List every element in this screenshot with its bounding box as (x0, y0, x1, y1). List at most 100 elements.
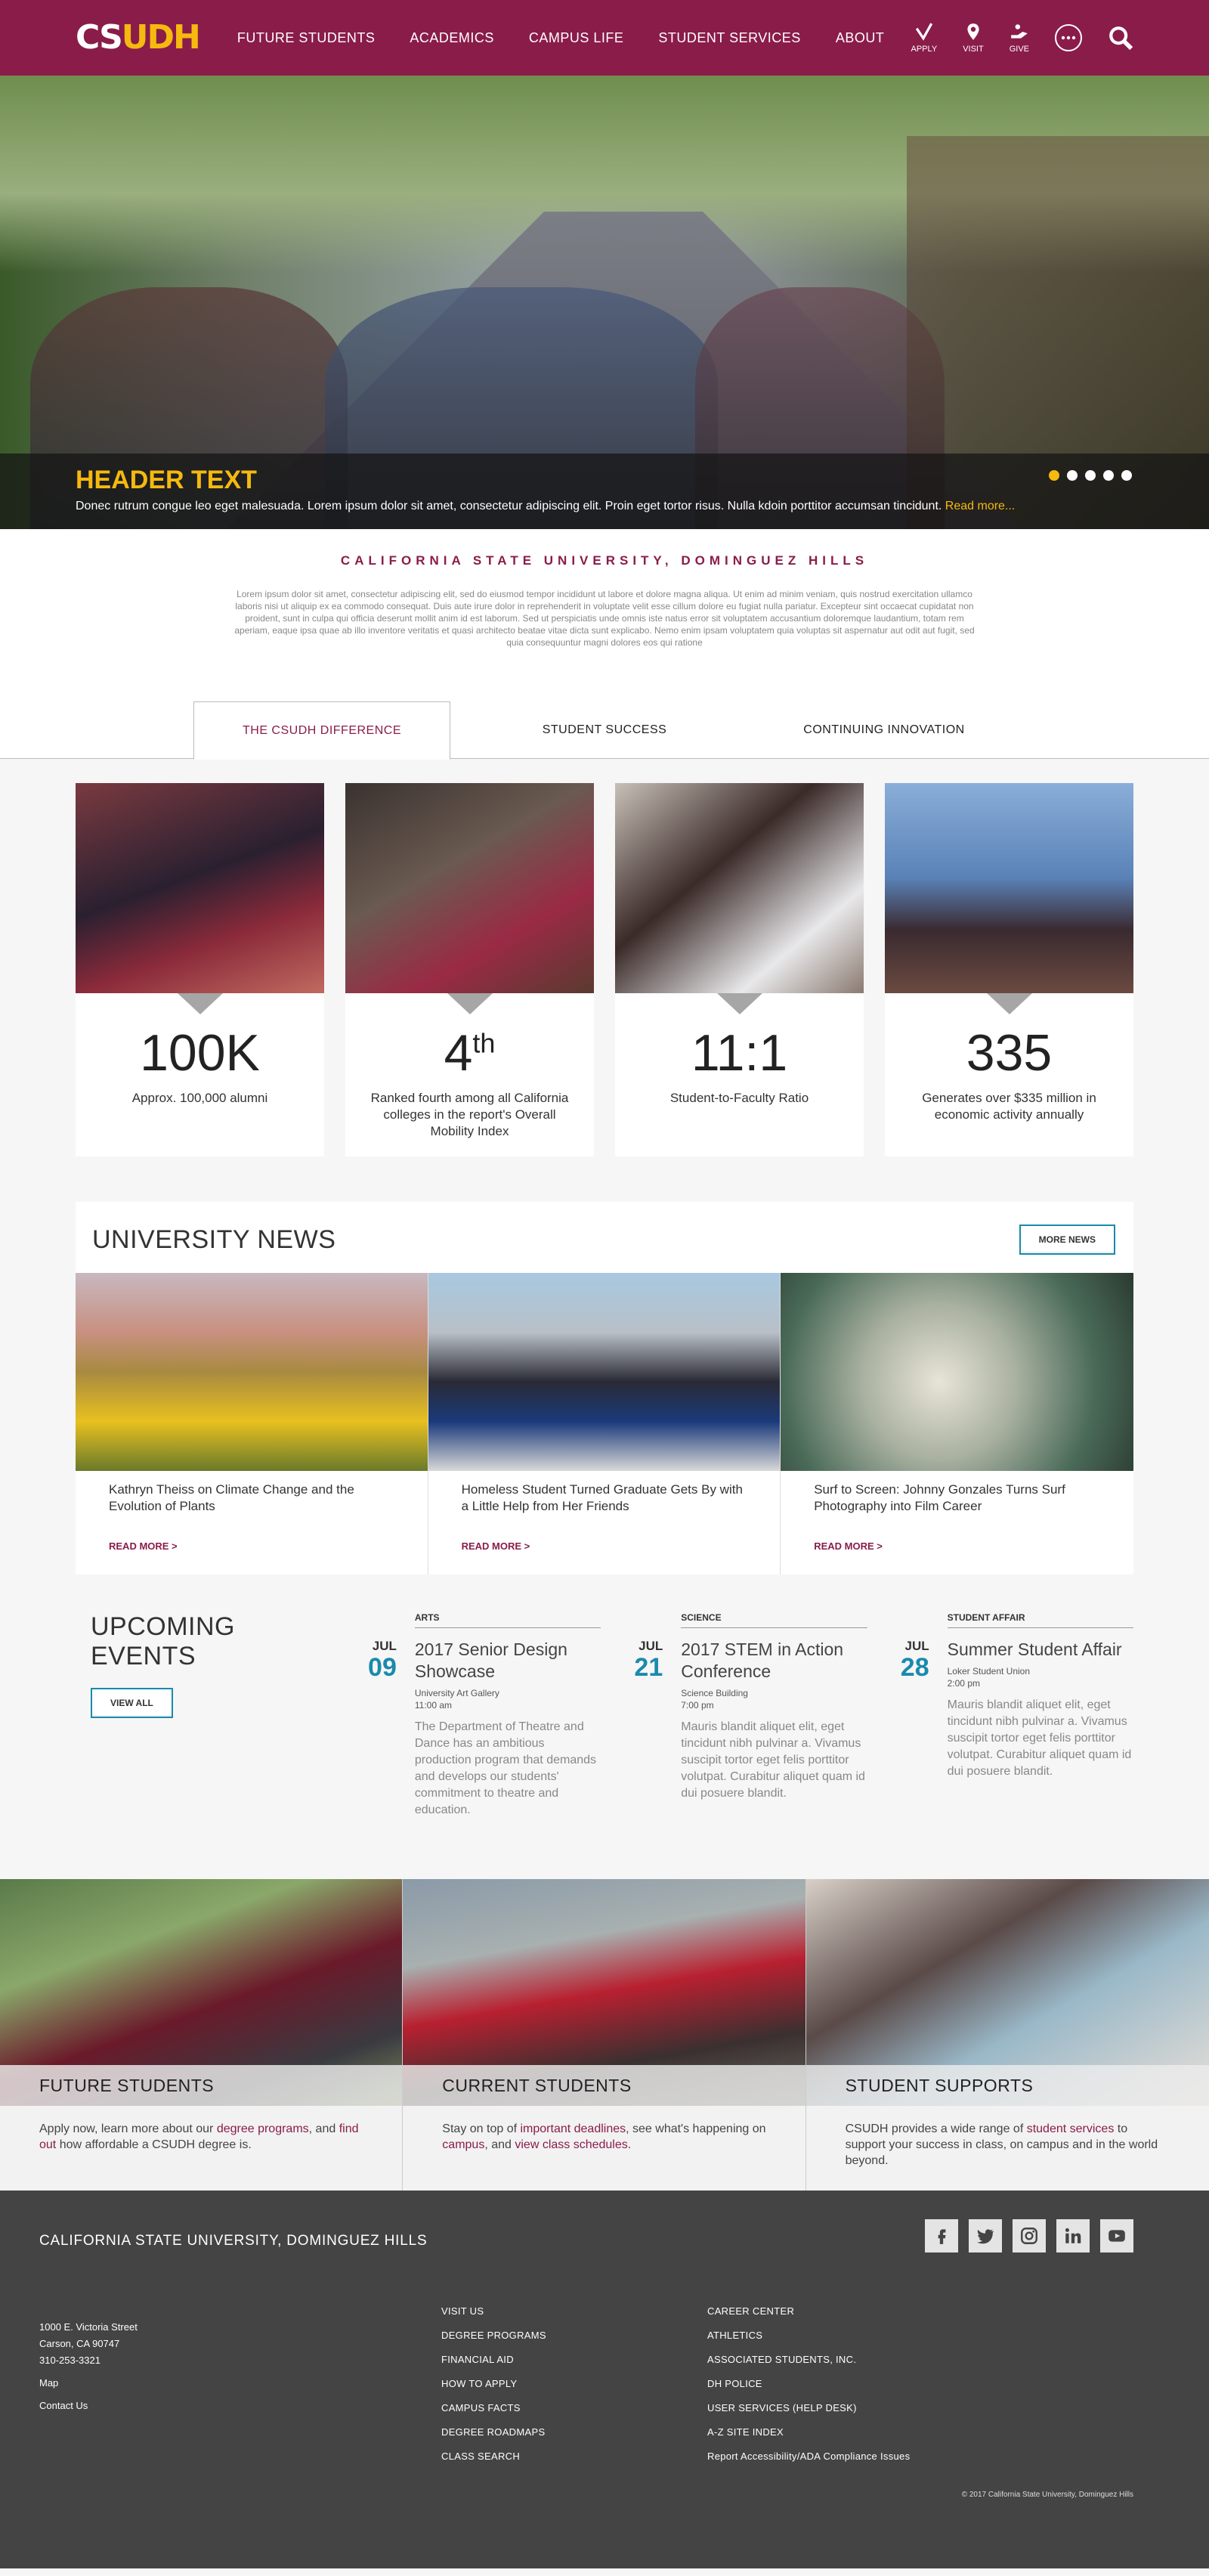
csudh-logo[interactable]: CSUDH (76, 21, 201, 54)
more-button[interactable] (1055, 24, 1082, 51)
hero-carousel[interactable]: HEADER TEXT Donec rutrum congue leo eget… (0, 76, 1209, 529)
carousel-dots (1049, 470, 1132, 481)
footer-link[interactable]: USER SERVICES (HELP DESK) (707, 2396, 910, 2420)
promo-future-students[interactable]: FUTURE STUDENTS Apply now, learn more ab… (0, 1879, 404, 2191)
stat-card: 11:1 Student-to-Faculty Ratio (615, 783, 864, 1156)
news-headline[interactable]: Surf to Screen: Johnny Gonzales Turns Su… (781, 1471, 1133, 1528)
stat-card: 4th Ranked fourth among all California c… (345, 783, 594, 1156)
twitter-icon (977, 2229, 994, 2244)
news-grid: Kathryn Theiss on Climate Change and the… (76, 1273, 1133, 1574)
apply-link[interactable]: APPLY (911, 22, 937, 54)
news-headline[interactable]: Kathryn Theiss on Climate Change and the… (76, 1471, 428, 1528)
footer-link[interactable]: DH POLICE (707, 2372, 910, 2396)
stat-card: 100K Approx. 100,000 alumni (76, 783, 324, 1156)
youtube-icon (1109, 2230, 1125, 2242)
event-title[interactable]: Summer Student Affair (948, 1639, 1133, 1661)
carousel-dot-4[interactable] (1103, 470, 1114, 481)
copyright: © 2017 California State University, Domi… (961, 2491, 1133, 2499)
footer-map-link[interactable]: Map (39, 2375, 138, 2392)
tab-continuing-innovation[interactable]: CONTINUING INNOVATION (756, 701, 1013, 759)
promo-current-students[interactable]: CURRENT STUDENTS Stay on top of importan… (403, 1879, 806, 2191)
footer-link[interactable]: VISIT US (441, 2299, 546, 2324)
event-title[interactable]: 2017 STEM in Action Conference (681, 1639, 867, 1683)
hero-read-more-link[interactable]: Read more... (945, 500, 1015, 512)
nav-icons: APPLY VISIT GIVE (911, 22, 1133, 54)
footer-link[interactable]: DEGREE PROGRAMS (441, 2324, 546, 2348)
intro-section: CALIFORNIA STATE UNIVERSITY, DOMINGUEZ H… (0, 529, 1209, 701)
event-item[interactable]: SCIENCE JUL 21 2017 STEM in Action Confe… (616, 1612, 867, 1819)
facebook-link[interactable] (925, 2219, 958, 2252)
promo-label: STUDENT SUPPORTS (805, 2065, 1209, 2106)
important-deadlines-link[interactable]: important deadlines (520, 2122, 626, 2135)
footer-link[interactable]: CLASS SEARCH (441, 2444, 546, 2469)
student-services-link[interactable]: student services (1027, 2122, 1115, 2135)
footer-contact-link[interactable]: Contact Us (39, 2398, 138, 2414)
carousel-dot-5[interactable] (1121, 470, 1132, 481)
news-card[interactable]: Kathryn Theiss on Climate Change and the… (76, 1273, 428, 1574)
twitter-link[interactable] (969, 2219, 1002, 2252)
nav-academics[interactable]: ACADEMICS (410, 30, 494, 46)
event-item[interactable]: ARTS JUL 09 2017 Senior Design Showcase … (350, 1612, 601, 1819)
event-item[interactable]: STUDENT AFFAIR JUL 28 Summer Student Aff… (883, 1612, 1133, 1819)
stats-row: 100K Approx. 100,000 alumni 4th Ranked f… (0, 759, 1209, 1202)
news-title: UNIVERSITY NEWS (92, 1225, 336, 1254)
degree-programs-link[interactable]: degree programs (217, 2122, 309, 2135)
footer-link[interactable]: CAREER CENTER (707, 2299, 910, 2324)
news-card[interactable]: Homeless Student Turned Graduate Gets By… (428, 1273, 781, 1574)
footer-link[interactable]: DEGREE ROADMAPS (441, 2420, 546, 2444)
carousel-dot-1[interactable] (1049, 470, 1059, 481)
view-class-schedules-link[interactable]: view class schedules (515, 2138, 627, 2151)
carousel-dot-3[interactable] (1085, 470, 1096, 481)
carousel-dot-2[interactable] (1067, 470, 1078, 481)
nav-student-services[interactable]: STUDENT SERVICES (658, 30, 800, 46)
promo-label: CURRENT STUDENTS (403, 2065, 805, 2106)
promo-text: CSUDH provides a wide range of student s… (845, 2122, 1158, 2167)
instagram-link[interactable] (1013, 2219, 1046, 2252)
footer-link[interactable]: CAMPUS FACTS (441, 2396, 546, 2420)
footer-address: 1000 E. Victoria Street Carson, CA 90747… (39, 2319, 138, 2414)
footer-link[interactable]: ASSOCIATED STUDENTS, INC. (707, 2348, 910, 2372)
event-title[interactable]: 2017 Senior Design Showcase (415, 1639, 601, 1683)
future-students-photo: FUTURE STUDENTS (0, 1879, 403, 2106)
stat-description: Generates over $335 million in economic … (922, 1091, 1096, 1122)
campus-link[interactable]: campus (442, 2138, 484, 2151)
economics-institute-photo (885, 783, 1133, 993)
intro-body: Lorem ipsum dolor sit amet, consectetur … (234, 589, 975, 648)
stat-description: Ranked fourth among all California colle… (370, 1091, 569, 1138)
nav-future-students[interactable]: FUTURE STUDENTS (237, 30, 376, 46)
linkedin-link[interactable] (1056, 2219, 1090, 2252)
search-icon[interactable] (1108, 25, 1133, 51)
tab-bar: THE CSUDH DIFFERENCE STUDENT SUCCESS CON… (0, 701, 1209, 760)
graduate-stadium-photo (428, 1273, 781, 1471)
footer-link[interactable]: A-Z SITE INDEX (707, 2420, 910, 2444)
view-all-button[interactable]: VIEW ALL (91, 1688, 173, 1718)
more-news-button[interactable]: MORE NEWS (1019, 1225, 1115, 1255)
footer-link[interactable]: FINANCIAL AID (441, 2348, 546, 2372)
student-supports-photo: STUDENT SUPPORTS (805, 1879, 1209, 2106)
news-headline[interactable]: Homeless Student Turned Graduate Gets By… (428, 1471, 781, 1528)
footer-link[interactable]: ATHLETICS (707, 2324, 910, 2348)
event-description: The Department of Theatre and Dance has … (414, 1720, 597, 1816)
news-card[interactable]: Surf to Screen: Johnny Gonzales Turns Su… (781, 1273, 1133, 1574)
read-more-link[interactable]: READ MORE > (428, 1528, 781, 1574)
hero-title: HEADER TEXT (76, 466, 257, 494)
youtube-link[interactable] (1100, 2219, 1133, 2252)
students-library-photo (345, 783, 594, 993)
footer-link[interactable]: Report Accessibility/ADA Compliance Issu… (707, 2444, 910, 2469)
nav-about[interactable]: ABOUT (836, 30, 885, 46)
read-more-link[interactable]: READ MORE > (781, 1528, 1133, 1574)
instagram-icon (1021, 2228, 1037, 2244)
give-link[interactable]: GIVE (1010, 22, 1029, 54)
event-date: JUL 28 (900, 1639, 929, 1682)
footer-link[interactable]: HOW TO APPLY (441, 2372, 546, 2396)
footer-phone[interactable]: 310-253-3321 (39, 2352, 138, 2369)
news-header: UNIVERSITY NEWS MORE NEWS (76, 1202, 1133, 1273)
read-more-link[interactable]: READ MORE > (76, 1528, 428, 1574)
tab-csudh-difference[interactable]: THE CSUDH DIFFERENCE (193, 701, 450, 760)
linkedin-icon (1065, 2228, 1081, 2243)
nav-campus-life[interactable]: CAMPUS LIFE (529, 30, 624, 46)
tab-student-success[interactable]: STUDENT SUCCESS (476, 701, 733, 759)
more-dots-icon (1061, 36, 1076, 40)
visit-link[interactable]: VISIT (963, 22, 984, 54)
promo-student-supports[interactable]: STUDENT SUPPORTS CSUDH provides a wide r… (805, 1879, 1209, 2191)
